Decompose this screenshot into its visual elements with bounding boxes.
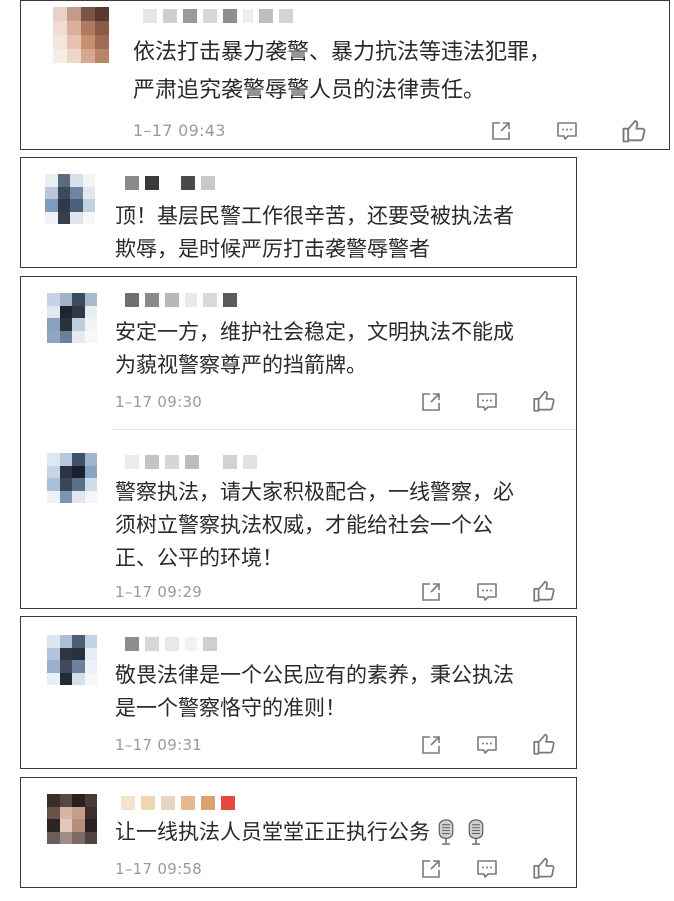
timestamp: 1–17 09:43 xyxy=(133,121,226,140)
timestamp: 1–17 09:31 xyxy=(115,736,203,754)
timestamp: 1–17 09:30 xyxy=(115,393,203,411)
comment-icon[interactable] xyxy=(555,119,579,143)
comment-card: 敬畏法律是一个公民应有的素养，秉公执法 是一个警察恪守的准则！ 1–17 09:… xyxy=(20,616,577,769)
share-icon[interactable] xyxy=(419,580,443,604)
avatar[interactable] xyxy=(47,794,97,844)
comment-card: 让一线执法人员堂堂正正执行公务 1–17 09:58 xyxy=(20,777,577,888)
comment-text: 顶！基层民警工作很辛苦，还要受被执法者 欺辱，是时候严厉打击袭警辱警者 xyxy=(115,204,514,261)
comment-text: 警察执法，请大家积极配合，一线警察，必 须树立警察执法权威，才能给社会一个公 正… xyxy=(115,480,514,570)
avatar[interactable] xyxy=(47,635,97,685)
thumbs-up-icon[interactable] xyxy=(531,388,557,414)
comment-icon[interactable] xyxy=(475,390,499,414)
username-blurred[interactable] xyxy=(125,455,257,469)
avatar[interactable] xyxy=(47,293,97,343)
share-icon[interactable] xyxy=(489,119,513,143)
username-blurred[interactable] xyxy=(125,176,215,190)
divider xyxy=(113,429,575,430)
avatar[interactable] xyxy=(45,174,95,224)
share-icon[interactable] xyxy=(419,857,443,881)
timestamp: 1–17 09:29 xyxy=(115,583,203,601)
username-blurred[interactable] xyxy=(121,796,235,810)
thumbs-up-icon[interactable] xyxy=(620,117,648,145)
avatar[interactable] xyxy=(53,7,109,63)
share-icon[interactable] xyxy=(419,390,443,414)
thumbs-up-icon[interactable] xyxy=(531,578,557,604)
thumbs-up-icon[interactable] xyxy=(531,855,557,881)
username-blurred[interactable] xyxy=(125,637,217,651)
comment-icon[interactable] xyxy=(475,733,499,757)
comment-text: 依法打击暴力袭警、暴力抗法等违法犯罪， 严肃追究袭警辱警人员的法律责任。 xyxy=(133,40,552,103)
username-blurred[interactable] xyxy=(125,293,237,307)
timestamp: 1–17 09:58 xyxy=(115,860,203,878)
comment-card: 顶！基层民警工作很辛苦，还要受被执法者 欺辱，是时候严厉打击袭警辱警者 xyxy=(20,157,577,268)
comment-card: 安定一方，维护社会稳定，文明执法不能成 为藐视警察尊严的挡箭牌。 1–17 09… xyxy=(20,276,577,609)
comment-icon[interactable] xyxy=(475,580,499,604)
thumbs-up-icon[interactable] xyxy=(531,731,557,757)
microphone-emoji xyxy=(436,819,456,846)
username-blurred[interactable] xyxy=(143,9,293,23)
comment-card: 依法打击暴力袭警、暴力抗法等违法犯罪， 严肃追究袭警辱警人员的法律责任。 1–1… xyxy=(20,0,670,150)
comment-text: 安定一方，维护社会稳定，文明执法不能成 为藐视警察尊严的挡箭牌。 xyxy=(115,320,514,377)
comment-text: 让一线执法人员堂堂正正执行公务 xyxy=(115,816,486,849)
avatar[interactable] xyxy=(47,453,97,503)
microphone-emoji xyxy=(466,819,486,846)
comment-icon[interactable] xyxy=(475,857,499,881)
comment-text: 敬畏法律是一个公民应有的素养，秉公执法 是一个警察恪守的准则！ xyxy=(115,663,514,720)
share-icon[interactable] xyxy=(419,733,443,757)
